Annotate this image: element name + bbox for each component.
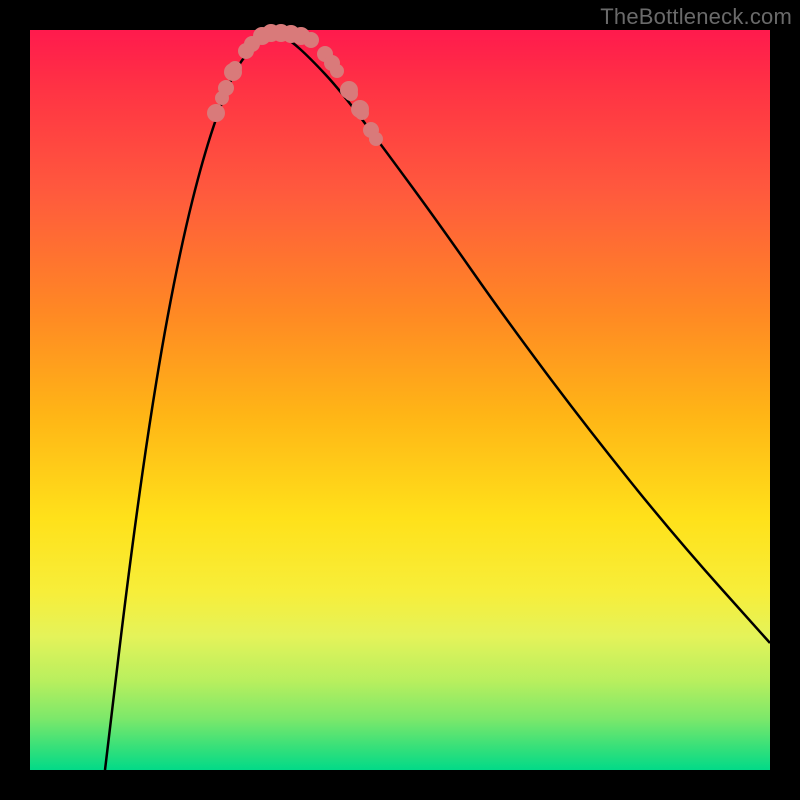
watermark-text: TheBottleneck.com bbox=[600, 4, 792, 30]
curve-left-branch bbox=[105, 32, 275, 770]
curve-right-branch bbox=[275, 32, 770, 643]
data-marker bbox=[228, 61, 242, 75]
data-marker bbox=[355, 106, 369, 120]
data-marker bbox=[303, 32, 319, 48]
data-marker bbox=[207, 104, 225, 122]
data-marker bbox=[218, 80, 234, 96]
plot-area bbox=[30, 30, 770, 770]
data-marker bbox=[369, 132, 383, 146]
bottleneck-curve-svg bbox=[30, 30, 770, 770]
data-markers bbox=[207, 24, 383, 146]
chart-frame: TheBottleneck.com bbox=[0, 0, 800, 800]
data-marker bbox=[330, 64, 344, 78]
data-marker bbox=[344, 87, 358, 101]
